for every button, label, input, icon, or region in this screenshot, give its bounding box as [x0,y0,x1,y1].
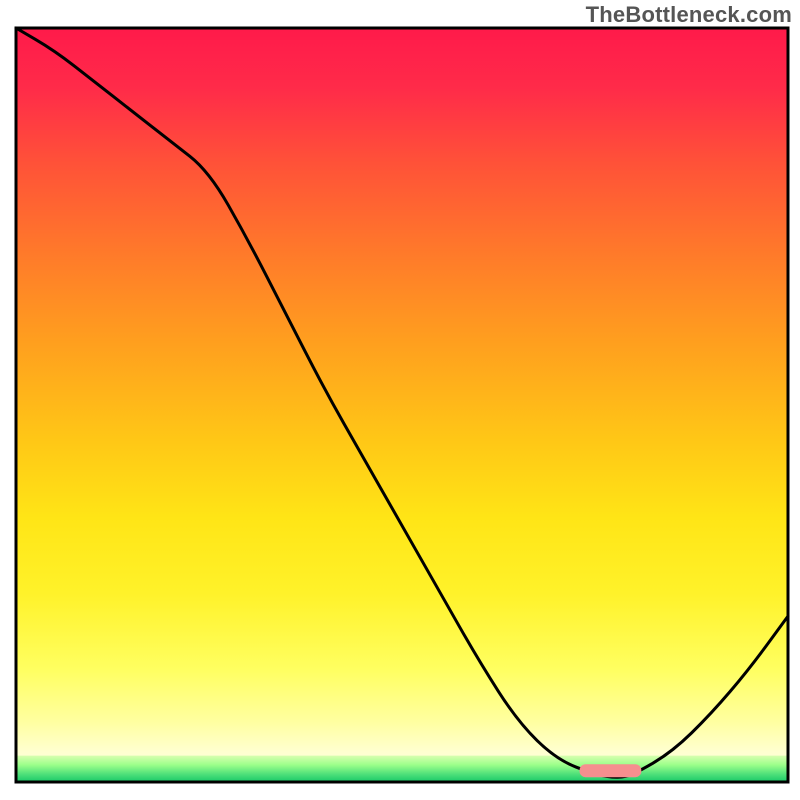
plot-area [16,28,788,782]
watermark-text: TheBottleneck.com [586,2,792,28]
bottleneck-chart: TheBottleneck.com [0,0,800,800]
green-band [16,756,788,782]
optimal-marker [580,764,642,777]
chart-svg [0,0,800,800]
gradient-background [16,28,788,782]
